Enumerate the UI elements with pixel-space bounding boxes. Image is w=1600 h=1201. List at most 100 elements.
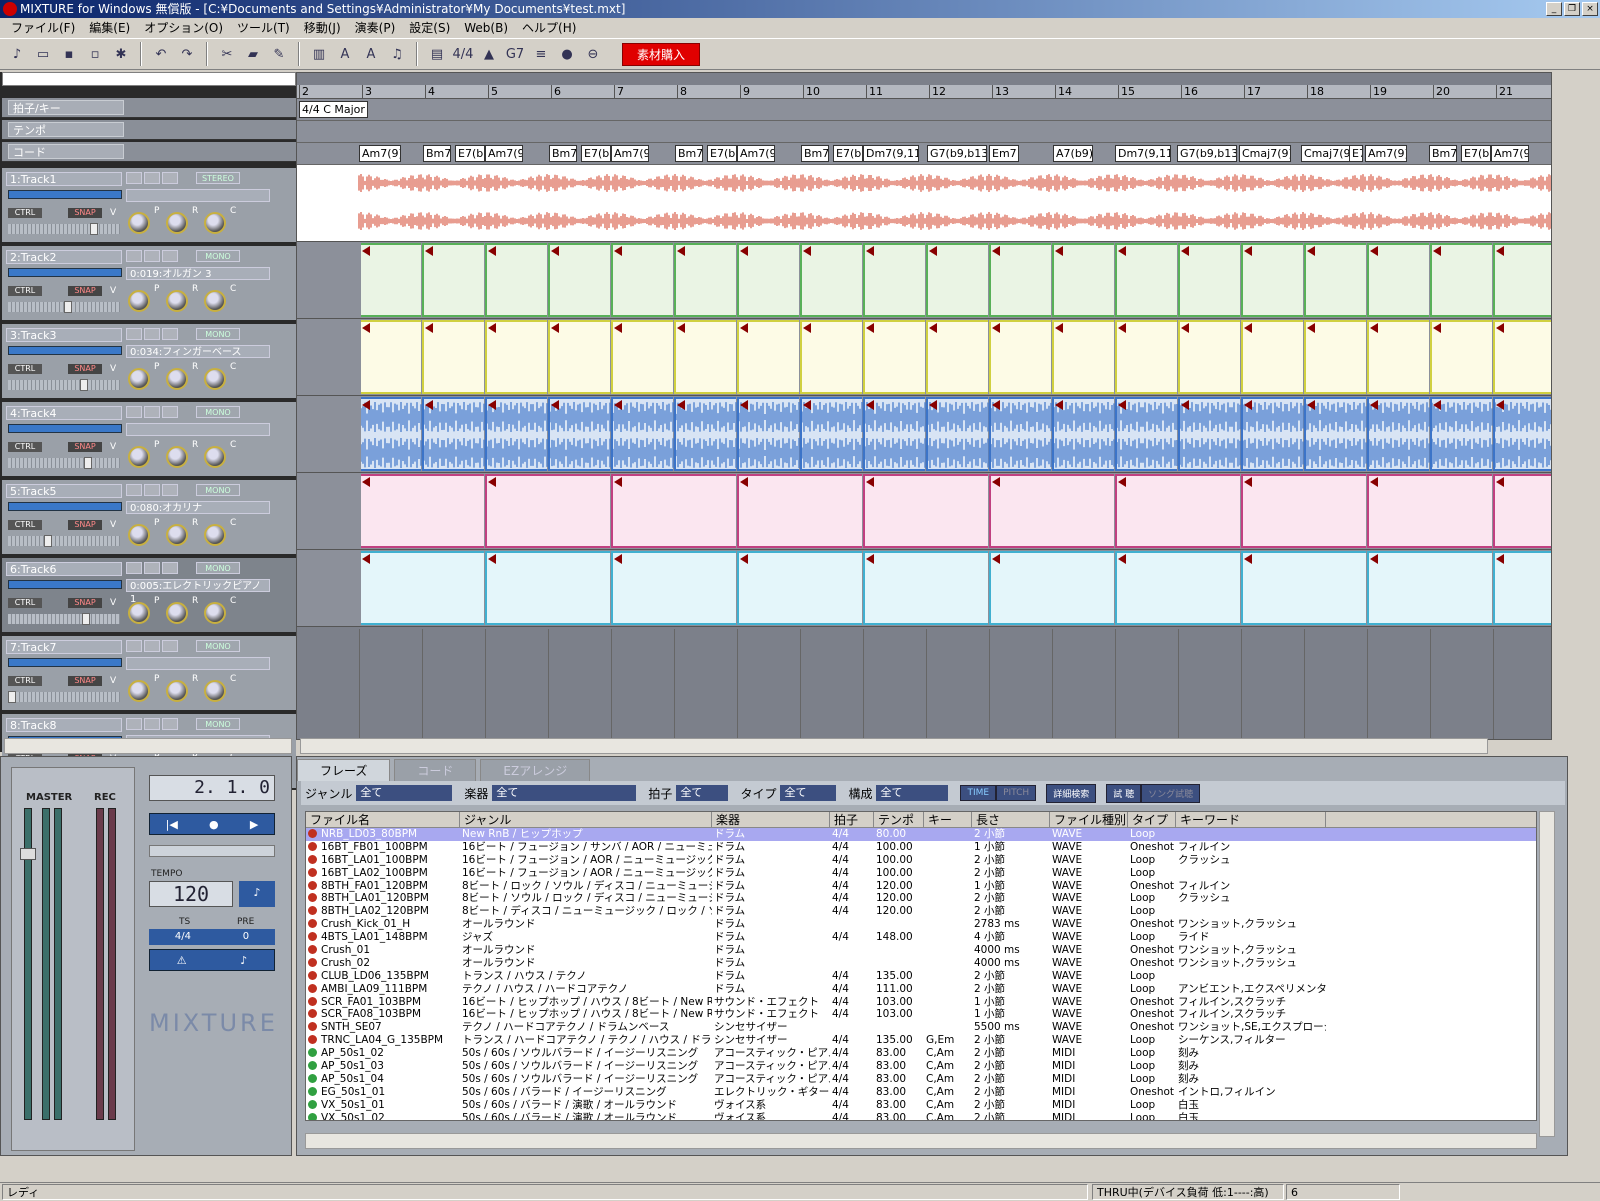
reverb-knob[interactable] [166,602,188,624]
phrase-block[interactable] [1304,320,1366,394]
ctrl-button[interactable]: CTRL [8,676,42,686]
phrase-block[interactable] [737,320,799,394]
metronome-icon[interactable]: ▲ [478,43,500,65]
track-mute-button[interactable] [144,640,160,652]
phrase-block[interactable] [611,474,736,548]
ctrl-button[interactable]: CTRL [8,598,42,608]
chord-marker[interactable]: A7(b9) [1053,145,1093,162]
chord-marker[interactable]: E7(b9 [581,145,611,162]
pan-knob[interactable] [128,368,150,390]
phrase-block[interactable] [1241,474,1366,548]
track-play-button[interactable] [162,718,178,730]
chord-marker[interactable]: Bm7 [549,145,577,162]
save-as-icon[interactable]: ▫ [84,43,106,65]
track-lane[interactable] [297,396,1551,473]
score-icon[interactable]: ♫ [386,43,408,65]
settings-icon[interactable]: ✱ [110,43,132,65]
phrase-block[interactable] [485,551,610,625]
track-play-button[interactable] [162,484,178,496]
table-row[interactable]: 16BT_LA01_100BPM 16ビート / フュージョン / AOR / ニ… [306,854,1536,867]
volume-slider-handle[interactable] [84,457,92,469]
ts-value[interactable]: 4/4 [175,929,191,945]
bar-ruler[interactable]: 2 3 4 5 6 7 8 9 10 11 12 13 14 15 16 17 18 19 20 21 [297,85,1551,99]
chord-icon[interactable]: A [334,43,356,65]
table-row[interactable]: 8BTH_FA01_120BPM 8ビート / ロック / ソウル / ディスコ … [306,880,1536,893]
rewind-button[interactable]: |◀ [166,818,178,831]
phrase-block[interactable] [1241,320,1303,394]
phrase-block[interactable] [674,243,736,317]
track-record-button[interactable] [126,328,142,340]
volume-slider[interactable] [8,379,120,391]
ctrl-button[interactable]: CTRL [8,442,42,452]
volume-slider[interactable] [8,301,120,313]
phrase-block[interactable] [863,397,928,471]
phrase-block[interactable] [737,551,862,625]
chord-marker[interactable]: Am7(9) [1491,145,1529,162]
volume-slider[interactable] [8,457,120,469]
phrase-block[interactable] [548,243,610,317]
chord-marker[interactable]: Dm7(9,11) [863,145,919,162]
phrase-block[interactable] [1493,243,1551,317]
phrase-block[interactable] [800,397,865,471]
phrase-block[interactable] [674,320,736,394]
column-header[interactable]: テンポ [874,812,924,827]
chorus-knob[interactable] [204,446,226,468]
pan-knob[interactable] [128,446,150,468]
track-header[interactable]: 6:Track6 MONO 0:005:エレクトリックピアノ 1 CTRL SNAP V P… [2,558,296,634]
ctrl-button[interactable]: CTRL [8,520,42,530]
table-row[interactable]: SNTH_SE07 テクノ / ハードコアテクノ / ドラムンベース シンセサイザー… [306,1021,1536,1034]
tab-chord[interactable]: コード [394,759,477,781]
redo-icon[interactable]: ↷ [176,43,198,65]
table-row[interactable]: AP_50s1_03 50s / 60s / ソウルバラード / イージーリスニン… [306,1060,1536,1073]
timeline-horizontal-scrollbar[interactable] [300,738,1488,754]
table-row[interactable]: NRB_LD03_80BPM New RnB / ヒップホップ ドラム 4/4 80.0… [306,828,1536,841]
table-row[interactable]: Crush_02 オールラウンド ドラム 4000 ms WAVE Oneshot ワンショ… [306,957,1536,970]
table-row[interactable]: TRNC_LA04_G_135BPM トランス / ハードコアテクノ / テクノ … [306,1034,1536,1047]
track-record-button[interactable] [126,718,142,730]
track-record-button[interactable] [126,406,142,418]
restore-button[interactable]: ❐ [1564,2,1580,16]
preview-button[interactable]: 試 聴 [1106,783,1142,803]
track-header[interactable]: 3:Track3 MONO 0:034:フィンガーベース CTRL SNAP V P R C [2,324,296,400]
volume-slider-handle[interactable] [44,535,52,547]
phrase-block[interactable] [1493,320,1551,394]
phrase-block[interactable] [1115,320,1177,394]
phrase-block[interactable] [485,320,547,394]
track-play-button[interactable] [162,562,178,574]
track-name[interactable]: 3:Track3 [6,328,122,342]
minimize-button[interactable]: _ [1546,2,1562,16]
phrase-block[interactable] [359,397,424,471]
track-mode-badge[interactable]: MONO [196,250,240,262]
track-mute-button[interactable] [144,250,160,262]
phrase-block[interactable] [926,397,991,471]
play-button[interactable]: ▶ [250,818,258,831]
column-header[interactable]: キー [924,812,972,827]
phrase-table-vscroll[interactable] [1539,811,1555,1137]
phrase-block[interactable] [1367,551,1492,625]
chorus-knob[interactable] [204,602,226,624]
phrase-block[interactable] [926,320,988,394]
phrase-block[interactable] [1241,243,1303,317]
metronome-toggle-icon[interactable]: ⚠ [177,954,187,967]
track-play-button[interactable] [162,172,178,184]
table-row[interactable]: SCR_FA01_103BPM 16ビート / ヒップホップ / ハウス / 8ビ… [306,996,1536,1009]
column-header[interactable]: タイプ [1128,812,1176,827]
phrase-block[interactable] [1367,320,1429,394]
volume-slider-handle[interactable] [80,379,88,391]
chord-marker[interactable]: Cmaj7(9) [1239,145,1291,162]
mic-icon[interactable]: ♪ [240,954,247,967]
track-record-button[interactable] [126,172,142,184]
track-record-button[interactable] [126,640,142,652]
reverb-knob[interactable] [166,368,188,390]
volume-slider-handle[interactable] [64,301,72,313]
arrangement-timeline[interactable]: 2 3 4 5 6 7 8 9 10 11 12 13 14 15 16 17 18 19 20 21 4/4 C M… [296,72,1552,740]
pan-knob[interactable] [128,290,150,312]
table-row[interactable]: EG_50s1_01 50s / 60s / バラード / イージーリスニング エレ… [306,1086,1536,1099]
phrase-block[interactable] [1367,397,1432,471]
track-name[interactable]: 6:Track6 [6,562,122,576]
table-row[interactable]: AP_50s1_04 50s / 60s / ソウルバラード / イージーリスニン… [306,1073,1536,1086]
chord-marker[interactable]: E7(b9 [1461,145,1491,162]
track-name[interactable]: 5:Track5 [6,484,122,498]
phrase-block[interactable] [1304,243,1366,317]
table-row[interactable]: Crush_01 オールラウンド ドラム 4000 ms WAVE Oneshot ワンショ… [306,944,1536,957]
